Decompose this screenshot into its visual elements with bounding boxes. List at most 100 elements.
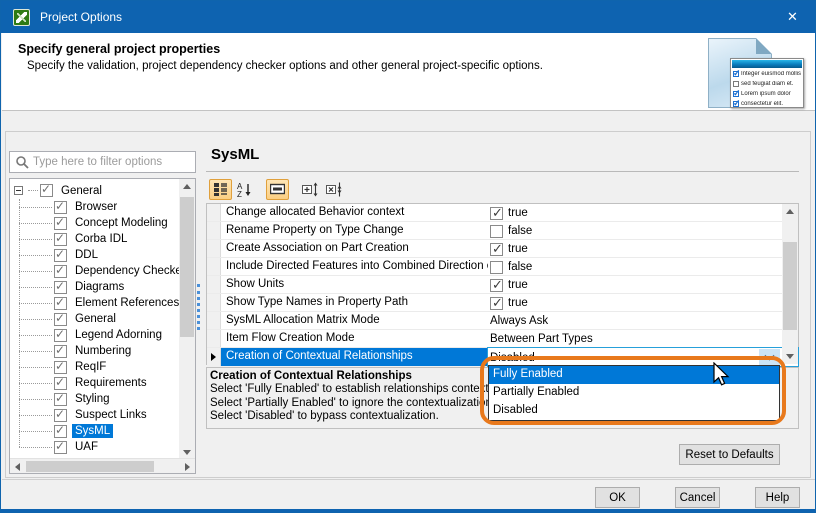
tree-item[interactable]: Dependency Checker (10, 263, 195, 279)
option-name[interactable]: Include Directed Features into Combined … (221, 258, 488, 275)
tree-item[interactable]: Legend Adorning (10, 327, 195, 343)
tree-item[interactable]: Requirements (10, 375, 195, 391)
value-checkbox[interactable] (490, 261, 503, 274)
cancel-button[interactable]: Cancel (675, 487, 720, 508)
table-vertical-scrollbar[interactable] (782, 204, 798, 364)
tree-horizontal-scrollbar[interactable] (10, 458, 195, 473)
option-name[interactable]: Change allocated Behavior context (221, 204, 488, 221)
option-value[interactable]: true (488, 240, 798, 257)
checkbox[interactable] (54, 281, 67, 294)
option-row[interactable]: Include Directed Features into Combined … (207, 258, 798, 276)
tree-item-label[interactable]: Suspect Links (72, 408, 150, 422)
tree-item-label[interactable]: Dependency Checker (72, 264, 189, 278)
option-row[interactable]: Create Association on Part Creation true (207, 240, 798, 258)
tree-item[interactable]: ReqIF (10, 359, 195, 375)
value-checkbox[interactable] (490, 225, 503, 238)
tree-item-label[interactable]: Styling (72, 392, 113, 406)
value-checkbox[interactable] (490, 243, 503, 256)
option-name[interactable]: Create Association on Part Creation (221, 240, 488, 257)
checkbox[interactable] (54, 329, 67, 342)
option-name[interactable]: Show Type Names in Property Path (221, 294, 488, 311)
option-name[interactable]: Creation of Contextual Relationships (221, 348, 488, 366)
tree-item-general-root[interactable]: General (10, 182, 195, 199)
option-value[interactable]: Always Ask (488, 312, 798, 329)
close-icon[interactable]: ✕ (770, 1, 815, 33)
tree-item[interactable]: General (10, 311, 195, 327)
option-row[interactable]: Rename Property on Type Change false (207, 222, 798, 240)
tree-item-label[interactable]: SysML (72, 424, 113, 438)
option-value[interactable]: Between Part Types (488, 330, 798, 347)
option-row-creation-of-contextual-relationships[interactable]: Creation of Contextual Relationships Dis… (207, 348, 798, 366)
tree-item-label[interactable]: General (58, 184, 105, 198)
option-value[interactable]: true (488, 204, 798, 221)
collapse-expander-icon[interactable] (14, 186, 23, 195)
checkbox[interactable] (40, 184, 53, 197)
dropdown-option-partially-enabled[interactable]: Partially Enabled (489, 384, 779, 402)
checkbox[interactable] (54, 249, 67, 262)
categorized-view-button[interactable] (209, 179, 232, 200)
tree-item-label[interactable]: Numbering (72, 344, 134, 358)
tree-item[interactable]: Suspect Links (10, 407, 195, 423)
option-value[interactable]: true (488, 294, 798, 311)
tree-item-label[interactable]: Diagrams (72, 280, 127, 294)
tree-item-sysml[interactable]: SysML (10, 423, 195, 439)
tree-item-label[interactable]: DDL (72, 248, 101, 262)
value-checkbox[interactable] (490, 279, 503, 292)
scrollbar-thumb[interactable] (783, 242, 797, 330)
checkbox[interactable] (54, 217, 67, 230)
tree-item-label[interactable]: Element References (72, 296, 182, 310)
tree-item-label[interactable]: Concept Modeling (72, 216, 171, 230)
tree-item[interactable]: Corba IDL (10, 231, 195, 247)
tree-item[interactable]: Browser (10, 199, 195, 215)
filter-field[interactable] (9, 151, 196, 173)
sort-alphabetically-button[interactable]: A Z (233, 179, 256, 200)
scroll-left-icon[interactable] (10, 459, 25, 474)
checkbox[interactable] (54, 313, 67, 326)
option-name[interactable]: Item Flow Creation Mode (221, 330, 488, 347)
checkbox[interactable] (54, 345, 67, 358)
option-row[interactable]: Show Type Names in Property Path true (207, 294, 798, 312)
help-button[interactable]: Help (755, 487, 800, 508)
option-row[interactable]: Change allocated Behavior context true (207, 204, 798, 222)
checkbox[interactable] (54, 441, 67, 454)
scroll-up-icon[interactable] (782, 204, 798, 219)
option-value[interactable]: true (488, 276, 798, 293)
ok-button[interactable]: OK (595, 487, 640, 508)
option-row[interactable]: SysML Allocation Matrix Mode Always Ask (207, 312, 798, 330)
option-row[interactable]: Item Flow Creation Mode Between Part Typ… (207, 330, 798, 348)
option-row[interactable]: Show Units true (207, 276, 798, 294)
checkbox[interactable] (54, 425, 67, 438)
scrollbar-thumb[interactable] (26, 461, 154, 472)
filter-input[interactable] (33, 156, 195, 168)
scroll-down-icon[interactable] (782, 349, 798, 364)
scrollbar-thumb[interactable] (180, 197, 194, 337)
value-checkbox[interactable] (490, 297, 503, 310)
tree-item-label[interactable]: UAF (72, 440, 101, 454)
panel-splitter[interactable] (197, 284, 201, 330)
tree-item-label[interactable]: Corba IDL (72, 232, 130, 246)
option-value[interactable]: false (488, 258, 798, 275)
tree-item-label[interactable]: General (72, 312, 119, 326)
tree-item[interactable]: Diagrams (10, 279, 195, 295)
tree-item-label[interactable]: Browser (72, 200, 120, 214)
scroll-right-icon[interactable] (180, 459, 195, 474)
tree-item[interactable]: DDL (10, 247, 195, 263)
option-value[interactable]: false (488, 222, 798, 239)
scroll-up-icon[interactable] (179, 179, 195, 194)
show-description-button[interactable] (266, 179, 289, 200)
checkbox[interactable] (54, 377, 67, 390)
checkbox[interactable] (54, 409, 67, 422)
checkbox[interactable] (54, 201, 67, 214)
option-name[interactable]: Rename Property on Type Change (221, 222, 488, 239)
value-checkbox[interactable] (490, 207, 503, 220)
checkbox[interactable] (54, 361, 67, 374)
dropdown-option-fully-enabled[interactable]: Fully Enabled (489, 366, 779, 384)
checkbox[interactable] (54, 233, 67, 246)
tree-item[interactable]: Numbering (10, 343, 195, 359)
tree-item[interactable]: Styling (10, 391, 195, 407)
checkbox[interactable] (54, 297, 67, 310)
combobox-dropdown-button[interactable] (759, 349, 780, 365)
checkbox[interactable] (54, 393, 67, 406)
tree-item[interactable]: Element References (10, 295, 195, 311)
reset-to-defaults-button[interactable]: Reset to Defaults (679, 444, 780, 465)
